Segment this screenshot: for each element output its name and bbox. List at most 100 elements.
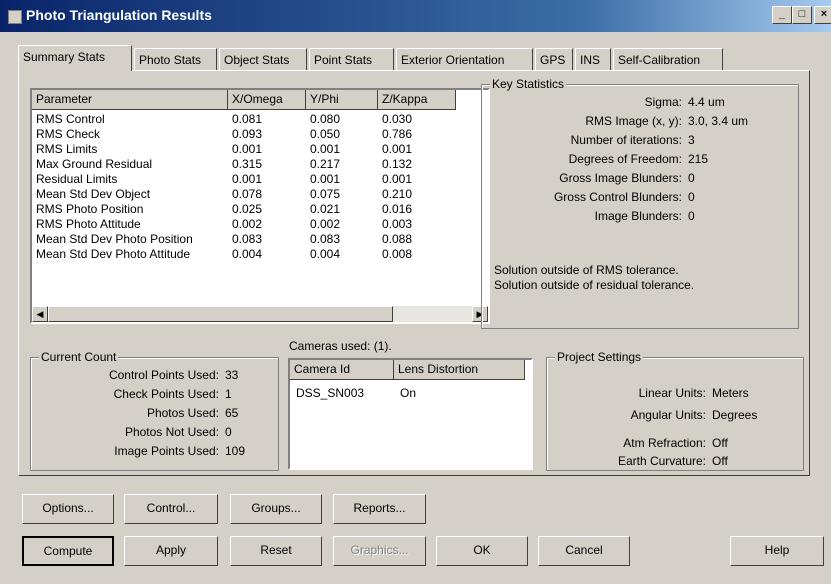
control-button[interactable]: Control... <box>124 494 218 524</box>
count-label: Photos Not Used: <box>124 425 219 439</box>
table-cell: Max Ground Residual <box>36 157 153 171</box>
reports-button[interactable]: Reports... <box>333 494 426 524</box>
table-cell: 0.008 <box>382 247 413 261</box>
table-cell: 0.002 <box>310 217 341 231</box>
tab-object-stats[interactable]: Object Stats <box>219 48 307 70</box>
count-label: Image Points Used: <box>114 444 219 458</box>
apply-button[interactable]: Apply <box>124 536 218 566</box>
table-cell: Mean Std Dev Photo Attitude <box>36 247 191 261</box>
count-value: 1 <box>225 387 232 401</box>
count-value: 33 <box>225 368 239 382</box>
title-bar: Photo Triangulation Results _ □ × <box>0 0 831 32</box>
close-button[interactable]: × <box>814 6 831 24</box>
earth-curvature-label: Earth Curvature: <box>617 454 706 468</box>
scroll-left-icon[interactable]: ◀ <box>32 306 48 322</box>
key-stat-value: 3 <box>688 133 695 147</box>
current-count-group: Current Count Control Points Used: 33 Chec… <box>30 350 279 471</box>
table-cell: 0.001 <box>232 142 263 156</box>
current-count-label: Current Count <box>39 350 119 364</box>
key-stat-value: 0 <box>688 171 695 185</box>
table-cell: 0.001 <box>382 172 413 186</box>
linear-units-label: Linear Units: <box>638 386 706 400</box>
key-stat-label: Degrees of Freedom: <box>568 152 682 166</box>
table-cell: 0.021 <box>310 202 341 216</box>
groups-button[interactable]: Groups... <box>230 494 322 524</box>
atm-refraction-label: Atm Refraction: <box>623 436 706 450</box>
tab-point-stats[interactable]: Point Stats <box>309 48 394 70</box>
table-cell: Residual Limits <box>36 172 118 186</box>
column-header-camera-id[interactable]: Camera Id <box>290 360 394 380</box>
stats-table[interactable]: Parameter X/Omega Y/Phi Z/Kappa RMS Cont… <box>30 88 490 324</box>
horizontal-scrollbar[interactable]: ◀ ▶ <box>32 306 488 322</box>
tolerance-message-rms: Solution outside of RMS tolerance. <box>494 263 679 277</box>
table-cell: 0.217 <box>310 157 341 171</box>
ok-button[interactable]: OK <box>436 536 528 566</box>
tab-exterior-orientation[interactable]: Exterior Orientation <box>396 48 533 70</box>
key-stat-label: Number of iterations: <box>570 133 682 147</box>
table-cell: 0.083 <box>232 232 263 246</box>
key-statistics-group: Key Statistics Sigma: 4.4 um RMS Image (x,… <box>481 77 799 329</box>
minimize-button[interactable]: _ <box>772 6 792 24</box>
table-cell: RMS Photo Position <box>36 202 144 216</box>
window-title: Photo Triangulation Results <box>26 7 212 23</box>
table-cell: 0.050 <box>310 127 341 141</box>
count-value: 0 <box>225 425 232 439</box>
table-cell: 0.001 <box>310 142 341 156</box>
key-stat-value: 4.4 um <box>688 95 725 109</box>
count-value: 109 <box>225 444 246 458</box>
table-cell: 0.004 <box>310 247 341 261</box>
summary-stats-panel: Parameter X/Omega Y/Phi Z/Kappa RMS Cont… <box>18 70 810 476</box>
key-stat-label: Sigma: <box>644 95 682 109</box>
project-settings-group: Project Settings Linear Units: Meters An… <box>546 350 804 471</box>
compute-button[interactable]: Compute <box>22 536 114 566</box>
tab-ins[interactable]: INS <box>575 48 611 70</box>
key-stat-value: 0 <box>688 190 695 204</box>
cancel-button[interactable]: Cancel <box>538 536 630 566</box>
key-statistics-label: Key Statistics <box>490 77 567 91</box>
table-cell: 0.016 <box>382 202 413 216</box>
tab-gps[interactable]: GPS <box>535 48 573 70</box>
reset-button[interactable]: Reset <box>230 536 322 566</box>
scroll-thumb[interactable] <box>48 306 393 322</box>
graphics-button: Graphics... <box>333 536 426 566</box>
key-stat-label: Image Blunders: <box>594 209 682 223</box>
column-header-lens-distortion[interactable]: Lens Distortion <box>394 360 525 380</box>
app-icon <box>8 10 22 24</box>
project-settings-label: Project Settings <box>555 350 644 364</box>
table-cell: 0.001 <box>232 172 263 186</box>
table-cell: RMS Limits <box>36 142 98 156</box>
table-cell: 0.001 <box>310 172 341 186</box>
camera-id-cell[interactable]: DSS_SN003 <box>296 386 364 401</box>
count-value: 65 <box>225 406 239 420</box>
table-cell: 0.315 <box>232 157 263 171</box>
options-button[interactable]: Options... <box>22 494 114 524</box>
key-stat-value: 215 <box>688 152 709 166</box>
count-label: Photos Used: <box>146 406 219 420</box>
tab-photo-stats[interactable]: Photo Stats <box>134 48 217 70</box>
key-stat-label: Gross Control Blunders: <box>553 190 682 204</box>
key-stat-value: 0 <box>688 209 695 223</box>
lens-distortion-cell[interactable]: On <box>400 386 416 401</box>
column-header-x-omega[interactable]: X/Omega <box>228 90 306 110</box>
table-cell: 0.078 <box>232 187 263 201</box>
table-cell: 0.132 <box>382 157 413 171</box>
angular-units-label: Angular Units: <box>630 408 706 422</box>
table-cell: 0.075 <box>310 187 341 201</box>
table-cell: RMS Photo Attitude <box>36 217 141 231</box>
tab-self-calibration[interactable]: Self-Calibration <box>613 48 723 70</box>
maximize-button[interactable]: □ <box>792 6 812 24</box>
column-header-z-kappa[interactable]: Z/Kappa <box>378 90 456 110</box>
count-label: Control Points Used: <box>108 368 219 382</box>
tolerance-message-residual: Solution outside of residual tolerance. <box>494 278 695 292</box>
table-cell: 0.083 <box>310 232 341 246</box>
table-cell: 0.088 <box>382 232 413 246</box>
atm-refraction-value: Off <box>712 436 728 450</box>
column-header-y-phi[interactable]: Y/Phi <box>306 90 378 110</box>
table-cell: 0.003 <box>382 217 413 231</box>
tab-summary-stats[interactable]: Summary Stats <box>18 45 132 71</box>
table-cell: Mean Std Dev Photo Position <box>36 232 193 246</box>
cameras-table[interactable]: Camera Id Lens Distortion DSS_SN003 On <box>288 358 533 470</box>
column-header-parameter[interactable]: Parameter <box>32 90 228 110</box>
help-button[interactable]: Help <box>730 536 824 566</box>
linear-units-value: Meters <box>712 386 749 400</box>
